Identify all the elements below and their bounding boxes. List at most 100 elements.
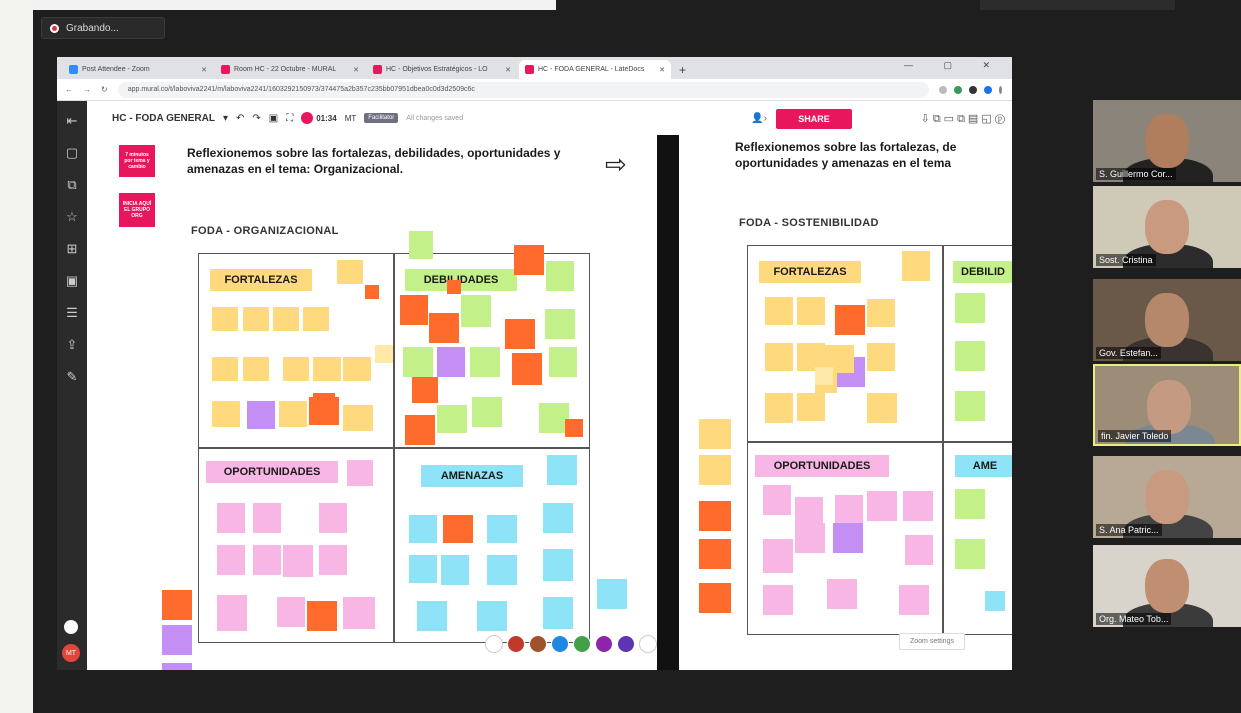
participant-video[interactable]: Gov. Estefan...	[1093, 279, 1241, 361]
sticky-note[interactable]	[985, 591, 1005, 611]
collaborator-avatar[interactable]	[529, 635, 547, 653]
sticky-note[interactable]	[699, 583, 731, 613]
sticky-note[interactable]	[343, 357, 371, 381]
sticky-note[interactable]	[763, 585, 793, 615]
amenazas-label[interactable]: AMENAZAS	[421, 465, 523, 487]
close-tab-icon[interactable]: ✕	[353, 66, 359, 74]
profile-icon[interactable]	[984, 85, 992, 94]
sticky-note[interactable]	[212, 401, 240, 427]
sticky-note[interactable]	[765, 297, 793, 325]
reload-icon[interactable]: ↻	[101, 85, 108, 94]
sticky-note[interactable]	[347, 460, 373, 486]
collaborator-avatar[interactable]	[595, 635, 613, 653]
outline-icon[interactable]: ☰	[66, 305, 78, 321]
sticky-note[interactable]	[405, 415, 435, 445]
redo-icon[interactable]: ↷	[252, 113, 260, 124]
browser-tab[interactable]: Post Attendee - Zoom ✕	[63, 60, 213, 79]
mural-canvas[interactable]: 7 minutos por tema y cambio INICIA AQUÍ …	[87, 135, 1012, 670]
sticky-note[interactable]	[319, 545, 347, 575]
sticky-note[interactable]	[543, 549, 573, 581]
undo-icon[interactable]: ↶	[236, 113, 244, 124]
icons-icon[interactable]: ☆	[66, 209, 78, 225]
sticky-note[interactable]	[253, 503, 281, 533]
sticky-note[interactable]	[243, 357, 269, 381]
sticky-note[interactable]	[763, 485, 791, 515]
extension-icon[interactable]	[954, 85, 962, 94]
sticky-note[interactable]	[212, 307, 238, 331]
sticky-note[interactable]	[765, 343, 793, 371]
sticky-note[interactable]	[343, 405, 373, 431]
sticky-note-icon[interactable]: ▢	[66, 145, 78, 161]
sticky-note[interactable]	[319, 503, 347, 533]
participant-video[interactable]: S. Guillermo Cor...	[1093, 100, 1241, 182]
sticky-note[interactable]	[212, 357, 238, 381]
sticky-note[interactable]	[313, 357, 341, 381]
extension-icon[interactable]	[969, 85, 977, 94]
sticky-note[interactable]	[217, 503, 245, 533]
sticky-note[interactable]	[903, 491, 933, 521]
sticky-note[interactable]	[243, 307, 269, 331]
close-tab-icon[interactable]: ✕	[201, 66, 207, 74]
fortalezas-label[interactable]: FORTALEZAS	[759, 261, 861, 283]
debilidades-label[interactable]: DEBILID	[953, 261, 1012, 283]
sticky-note[interactable]	[955, 341, 985, 371]
collaborator-avatar[interactable]	[573, 635, 591, 653]
sticky-note[interactable]	[955, 293, 985, 323]
sticky-note[interactable]	[447, 280, 461, 294]
sticky-note[interactable]	[409, 231, 433, 259]
sticky-note[interactable]	[902, 251, 930, 281]
timer[interactable]: 01:34	[301, 112, 337, 124]
sticky-note[interactable]	[597, 579, 627, 609]
sticky-note[interactable]	[797, 297, 825, 325]
sticky-note[interactable]	[514, 245, 544, 275]
sticky-note[interactable]	[899, 585, 929, 615]
sticky-note[interactable]	[477, 601, 507, 631]
sticky-note[interactable]	[955, 391, 985, 421]
window-controls[interactable]: — ▢ ✕	[904, 60, 1004, 71]
debilidades-label[interactable]: DEBILIDADES	[405, 269, 517, 291]
sticky-note[interactable]	[547, 455, 577, 485]
sticky-note[interactable]	[545, 309, 575, 339]
sticky-note[interactable]	[429, 313, 459, 343]
sticky-note[interactable]	[905, 535, 933, 565]
sticky-note[interactable]	[543, 597, 573, 629]
sticky-note[interactable]	[443, 515, 473, 543]
close-tab-icon[interactable]: ✕	[659, 66, 665, 74]
sticky-note[interactable]	[375, 345, 393, 363]
sticky-note[interactable]	[955, 539, 985, 569]
mural-title[interactable]: HC - FODA GENERAL	[112, 113, 215, 124]
sticky-note[interactable]	[283, 357, 309, 381]
sticky-note[interactable]	[403, 347, 433, 377]
upload-icon[interactable]: ⇪	[67, 337, 78, 353]
sticky-note[interactable]	[417, 601, 447, 631]
sticky-note[interactable]	[549, 347, 577, 377]
sticky-note[interactable]	[343, 597, 375, 629]
sticky-note[interactable]	[955, 489, 985, 519]
draw-icon[interactable]: ✎	[67, 369, 78, 385]
sticky-note[interactable]	[277, 597, 305, 627]
oportunidades-label[interactable]: OPORTUNIDADES	[755, 455, 889, 477]
menu-icon[interactable]	[999, 85, 1002, 94]
sticky-note[interactable]	[365, 285, 379, 299]
images-icon[interactable]: ▣	[66, 273, 78, 289]
collaborator-avatar[interactable]	[551, 635, 569, 653]
back-icon[interactable]: ←	[65, 85, 73, 94]
forward-icon[interactable]: →	[83, 85, 91, 94]
amenazas-label[interactable]: AME	[955, 455, 1012, 477]
user-avatar[interactable]: MT	[62, 644, 80, 662]
sticky-note[interactable]	[470, 347, 500, 377]
sticky-note[interactable]	[253, 545, 281, 575]
help-icon[interactable]	[64, 620, 78, 634]
zoom-settings-button[interactable]: Zoom settings	[899, 633, 965, 650]
sticky-note[interactable]	[409, 555, 437, 583]
sticky-note[interactable]	[441, 555, 469, 585]
browser-tab[interactable]: HC - Objetivos Estratégicos - LO ✕	[367, 60, 517, 79]
share-button[interactable]: SHARE	[776, 109, 852, 129]
sticky-note[interactable]	[217, 595, 247, 631]
collaborator-avatar[interactable]	[617, 635, 635, 653]
frameworks-icon[interactable]: ⊞	[67, 241, 78, 257]
sticky-note[interactable]	[835, 495, 863, 525]
oportunidades-label[interactable]: OPORTUNIDADES	[206, 461, 338, 483]
new-tab-button[interactable]: +	[673, 60, 693, 79]
sticky-note[interactable]	[307, 601, 337, 631]
